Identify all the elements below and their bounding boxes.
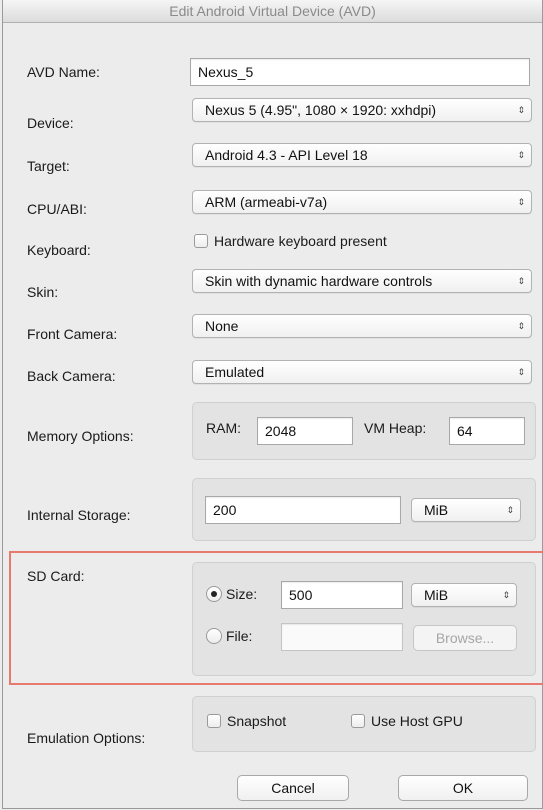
skin-select[interactable]: Skin with dynamic hardware controls ⇕ (192, 269, 532, 293)
internal-storage-group: 200 MiB ⇕ (192, 478, 536, 541)
front-camera-select[interactable]: None ⇕ (192, 314, 532, 338)
cpu-abi-label: CPU/ABI: (27, 201, 87, 217)
target-select-value: Android 4.3 - API Level 18 (205, 147, 368, 163)
emulation-options-group: Snapshot Use Host GPU (192, 696, 536, 752)
cpu-abi-select-value: ARM (armeabi-v7a) (205, 194, 328, 210)
sd-size-option[interactable]: Size: (206, 586, 257, 602)
internal-storage-unit-select[interactable]: MiB ⇕ (411, 498, 521, 522)
sd-card-group: Size: 500 MiB ⇕ File: Browse... (192, 562, 536, 676)
emulation-options-label: Emulation Options: (27, 730, 146, 746)
sd-size-radio[interactable] (206, 586, 222, 602)
hardware-keyboard-option[interactable]: Hardware keyboard present (194, 233, 387, 249)
device-select-value: Nexus 5 (4.95", 1080 × 1920: xxhdpi) (205, 102, 437, 118)
target-label: Target: (27, 158, 70, 174)
snapshot-label: Snapshot (227, 713, 287, 729)
snapshot-option[interactable]: Snapshot (207, 713, 286, 729)
browse-button[interactable]: Browse... (413, 625, 517, 651)
sd-file-label: File: (226, 628, 253, 644)
dialog-title: Edit Android Virtual Device (AVD) (3, 0, 542, 23)
updown-arrows-icon: ⇕ (517, 150, 525, 160)
host-gpu-option[interactable]: Use Host GPU (351, 713, 463, 729)
sd-file-radio[interactable] (206, 628, 222, 644)
sd-size-input[interactable]: 500 (281, 581, 403, 609)
updown-arrows-icon: ⇕ (517, 197, 525, 207)
back-camera-label: Back Camera: (27, 368, 116, 384)
updown-arrows-icon: ⇕ (506, 505, 514, 515)
internal-storage-input[interactable]: 200 (205, 496, 401, 524)
internal-storage-unit-value: MiB (424, 502, 449, 518)
device-label: Device: (27, 115, 74, 131)
sd-file-option[interactable]: File: (206, 628, 252, 644)
hardware-keyboard-checkbox[interactable] (194, 234, 208, 248)
skin-select-value: Skin with dynamic hardware controls (205, 273, 433, 289)
updown-arrows-icon: ⇕ (517, 105, 525, 115)
internal-storage-label: Internal Storage: (27, 507, 131, 523)
hardware-keyboard-label: Hardware keyboard present (214, 233, 387, 249)
ok-button[interactable]: OK (398, 775, 528, 801)
avd-dialog: Edit Android Virtual Device (AVD) AVD Na… (2, 0, 543, 809)
vm-heap-input[interactable]: 64 (449, 417, 525, 445)
updown-arrows-icon: ⇕ (517, 367, 525, 377)
back-camera-select-value: Emulated (205, 364, 265, 380)
host-gpu-label: Use Host GPU (371, 713, 463, 729)
back-camera-select[interactable]: Emulated ⇕ (192, 360, 532, 384)
cpu-abi-select[interactable]: ARM (armeabi-v7a) ⇕ (192, 190, 532, 214)
memory-options-group: RAM: 2048 VM Heap: 64 (192, 402, 536, 460)
updown-arrows-icon: ⇕ (517, 321, 525, 331)
front-camera-select-value: None (205, 318, 239, 334)
ram-label: RAM: (206, 420, 241, 436)
ram-input[interactable]: 2048 (257, 417, 353, 445)
sd-card-label: SD Card: (27, 568, 85, 584)
keyboard-label: Keyboard: (27, 242, 91, 258)
sd-size-unit-value: MiB (424, 587, 449, 603)
cancel-button[interactable]: Cancel (237, 775, 349, 801)
avd-name-input[interactable]: Nexus_5 (190, 58, 530, 86)
vm-heap-label: VM Heap: (364, 420, 427, 436)
avd-name-label: AVD Name: (27, 64, 100, 80)
sd-size-unit-select[interactable]: MiB ⇕ (411, 583, 517, 607)
skin-label: Skin: (27, 284, 59, 300)
updown-arrows-icon: ⇕ (502, 590, 510, 600)
device-select[interactable]: Nexus 5 (4.95", 1080 × 1920: xxhdpi) ⇕ (192, 98, 532, 122)
memory-options-label: Memory Options: (27, 428, 134, 444)
sd-file-input[interactable] (281, 623, 403, 651)
sd-size-label: Size: (226, 586, 258, 602)
front-camera-label: Front Camera: (27, 326, 118, 342)
snapshot-checkbox[interactable] (207, 714, 221, 728)
target-select[interactable]: Android 4.3 - API Level 18 ⇕ (192, 143, 532, 167)
updown-arrows-icon: ⇕ (517, 276, 525, 286)
host-gpu-checkbox[interactable] (351, 714, 365, 728)
